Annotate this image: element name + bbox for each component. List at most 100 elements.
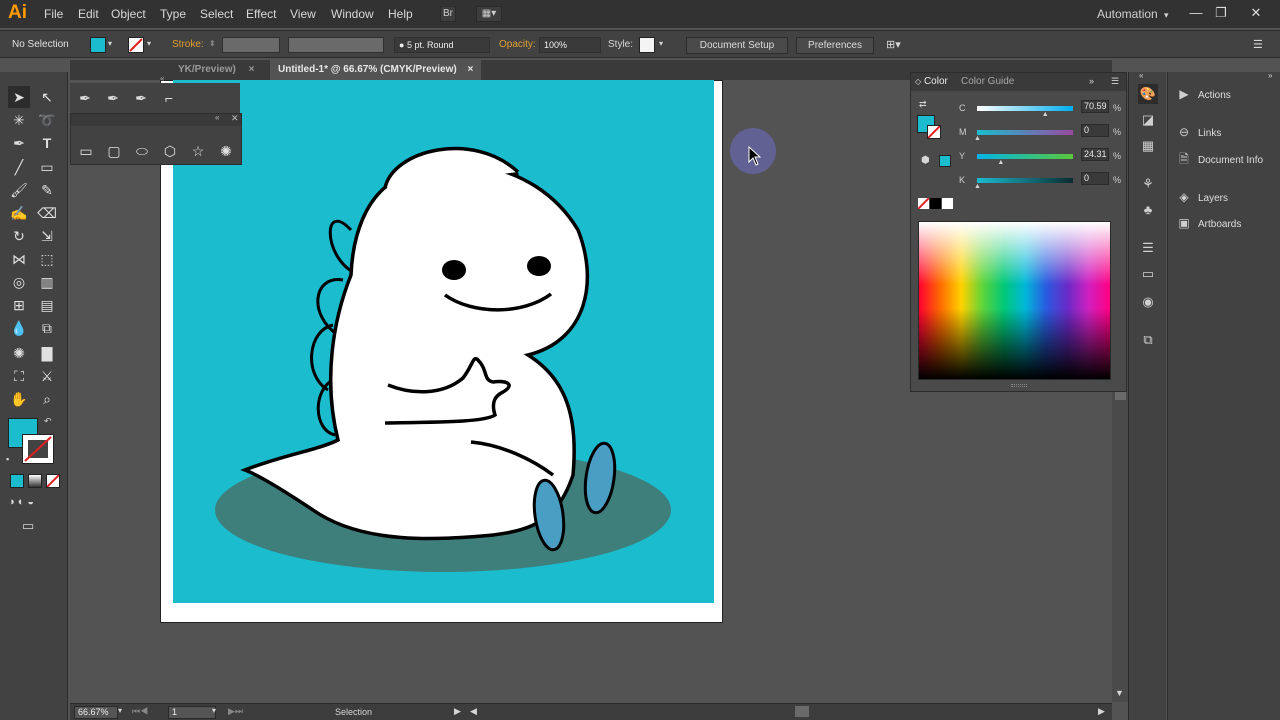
stroke-panel-icon[interactable]: ☰ — [1138, 238, 1158, 258]
collapse-panel-icon[interactable]: » — [1089, 76, 1094, 86]
flare-tool-icon[interactable]: ✺ — [215, 140, 237, 162]
color-panel-header[interactable]: ◇ Color Color Guide » ☰ — [911, 73, 1126, 91]
pen-tool-icon[interactable]: ✒ — [8, 132, 30, 154]
color-guide-icon[interactable]: ◪ — [1138, 110, 1158, 130]
type-tool-icon[interactable]: T — [36, 132, 58, 154]
collapse-icon[interactable]: « — [215, 113, 219, 122]
scroll-left-icon[interactable]: ◀ — [470, 706, 477, 717]
yellow-slider[interactable] — [977, 154, 1073, 159]
arrange-icon[interactable]: ⊞▾ — [886, 38, 901, 51]
right-eye[interactable] — [527, 256, 551, 276]
dino-body[interactable] — [240, 162, 590, 541]
arrange-documents-icon[interactable]: ▦▾ — [476, 6, 502, 22]
minimize-button[interactable]: — — [1186, 3, 1206, 23]
menu-select[interactable]: Select — [200, 7, 233, 21]
opacity-field[interactable]: 100% — [539, 37, 601, 53]
transparency-icon[interactable]: ⧉ — [1138, 330, 1158, 350]
star-tool-icon[interactable]: ☆ — [187, 140, 209, 162]
menu-object[interactable]: Object — [111, 7, 146, 21]
resize-grip[interactable] — [1011, 384, 1027, 387]
cyan-value[interactable]: 70.59 — [1081, 100, 1109, 113]
appearance-icon[interactable]: ◉ — [1138, 292, 1158, 312]
chevron-down-icon[interactable]: ▾ — [212, 706, 216, 715]
brushes-icon[interactable]: ⚘ — [1138, 174, 1158, 194]
slice-tool-icon[interactable]: ⚔ — [36, 365, 58, 387]
symbols-icon[interactable]: ♣ — [1138, 200, 1158, 220]
delete-anchor-point-icon[interactable]: ✒ — [130, 87, 152, 109]
symbol-sprayer-tool-icon[interactable]: ✺ — [8, 342, 30, 364]
panel-menu-icon[interactable]: ☰ — [1111, 76, 1119, 87]
swap-fill-stroke-icon[interactable]: ↶ — [44, 416, 52, 427]
tab-color[interactable]: ◇ Color — [915, 76, 948, 87]
close-icon[interactable]: × — [249, 64, 255, 75]
current-tool-status[interactable]: Selection — [335, 707, 372, 717]
tab-previous-document[interactable]: YK/Preview) × — [170, 60, 263, 80]
draw-mode-icon[interactable]: ◑ ◐ ◒ — [8, 496, 34, 508]
dinosaur-illustration[interactable] — [173, 80, 714, 603]
ellipse-tool-icon[interactable]: ⬭ — [131, 140, 153, 162]
perspective-grid-tool-icon[interactable]: ▥ — [36, 271, 58, 293]
menu-window[interactable]: Window — [331, 7, 374, 21]
yellow-slider-thumb[interactable]: ▲ — [997, 159, 1004, 166]
anchor-point-tool-icon[interactable]: ⌐ — [158, 87, 180, 109]
add-anchor-point-icon[interactable]: ✒ — [102, 87, 124, 109]
dock-item-artboards[interactable]: ▣ Artboards — [1176, 213, 1241, 233]
menu-type[interactable]: Type — [160, 7, 186, 21]
collapse-icon[interactable]: » — [1268, 71, 1272, 80]
workspace-switcher[interactable]: Automation ▾ — [1097, 7, 1169, 21]
shape-builder-tool-icon[interactable]: ◎ — [8, 271, 30, 293]
pen-tool-icon[interactable]: ✒ — [74, 87, 96, 109]
swap-icon[interactable]: ⇄ — [919, 99, 927, 110]
chevron-down-icon[interactable]: ▾ — [118, 706, 122, 715]
restore-button[interactable]: ❐ — [1211, 3, 1231, 23]
selection-tool-icon[interactable]: ➤ — [8, 86, 30, 108]
magenta-value[interactable]: 0 — [1081, 124, 1109, 137]
magic-wand-tool-icon[interactable]: ✳ — [8, 109, 30, 131]
magenta-slider[interactable] — [977, 130, 1073, 135]
fill-swatch[interactable] — [90, 37, 106, 53]
close-icon[interactable]: × — [467, 64, 473, 75]
close-button[interactable]: ✕ — [1246, 3, 1266, 23]
out-of-gamut-icon[interactable]: ⬢ — [921, 155, 930, 166]
black-slider[interactable] — [977, 178, 1073, 183]
rectangle-tool-icon[interactable]: ▭ — [75, 140, 97, 162]
lasso-tool-icon[interactable]: ➰ — [36, 109, 58, 131]
line-tool-icon[interactable]: ╱ — [8, 156, 30, 178]
gradient-mode-icon[interactable] — [28, 474, 42, 488]
artboard-number-field[interactable]: 1 — [168, 706, 216, 719]
polygon-tool-icon[interactable]: ⬡ — [159, 140, 181, 162]
expand-panels-icon[interactable]: « — [1139, 71, 1143, 80]
menu-edit[interactable]: Edit — [78, 7, 99, 21]
color-spectrum[interactable] — [918, 221, 1111, 380]
scale-tool-icon[interactable]: ⇲ — [36, 225, 58, 247]
tab-untitled-1[interactable]: Untitled-1* @ 66.67% (CMYK/Preview) × — [270, 60, 482, 80]
paintbrush-tool-icon[interactable]: 🖌 — [8, 179, 30, 201]
menu-file[interactable]: File — [44, 7, 63, 21]
hand-tool-icon[interactable]: ✋ — [8, 388, 30, 410]
rounded-rectangle-tool-icon[interactable]: ▢ — [103, 140, 125, 162]
dock-item-actions[interactable]: ▶ Actions — [1176, 84, 1230, 104]
eyedropper-tool-icon[interactable]: 💧 — [8, 317, 30, 339]
scroll-down-icon[interactable]: ▼ — [1115, 688, 1124, 698]
rotate-tool-icon[interactable]: ↻ — [8, 225, 30, 247]
cyan-slider[interactable] — [977, 106, 1073, 111]
color-mode-icon[interactable] — [10, 474, 24, 488]
none-color-swatch[interactable] — [917, 197, 930, 210]
next-artboard-icon[interactable]: ▶⏭ — [228, 706, 243, 717]
default-colors-icon[interactable]: ▪ — [6, 454, 9, 464]
gamut-swatch[interactable] — [939, 155, 951, 167]
close-icon[interactable]: ✕ — [231, 113, 239, 124]
preferences-button[interactable]: Preferences — [796, 37, 874, 54]
direct-selection-tool-icon[interactable]: ↖ — [36, 86, 58, 108]
scroll-right-icon[interactable]: ▶ — [1098, 706, 1105, 717]
brush-definition[interactable]: ● 5 pt. Round — [394, 37, 490, 53]
none-mode-icon[interactable] — [46, 474, 60, 488]
bridge-icon[interactable]: Br — [440, 6, 456, 22]
chevron-down-icon[interactable]: ▾ — [108, 39, 112, 48]
collapse-icon[interactable]: « — [160, 74, 164, 83]
eraser-tool-icon[interactable]: ⌫ — [36, 202, 58, 224]
gradient-tool-icon[interactable]: ▤ — [36, 294, 58, 316]
zoom-field[interactable]: 66.67% — [74, 706, 118, 719]
magenta-slider-thumb[interactable]: ▲ — [974, 135, 981, 142]
opacity-label[interactable]: Opacity: — [499, 39, 536, 50]
